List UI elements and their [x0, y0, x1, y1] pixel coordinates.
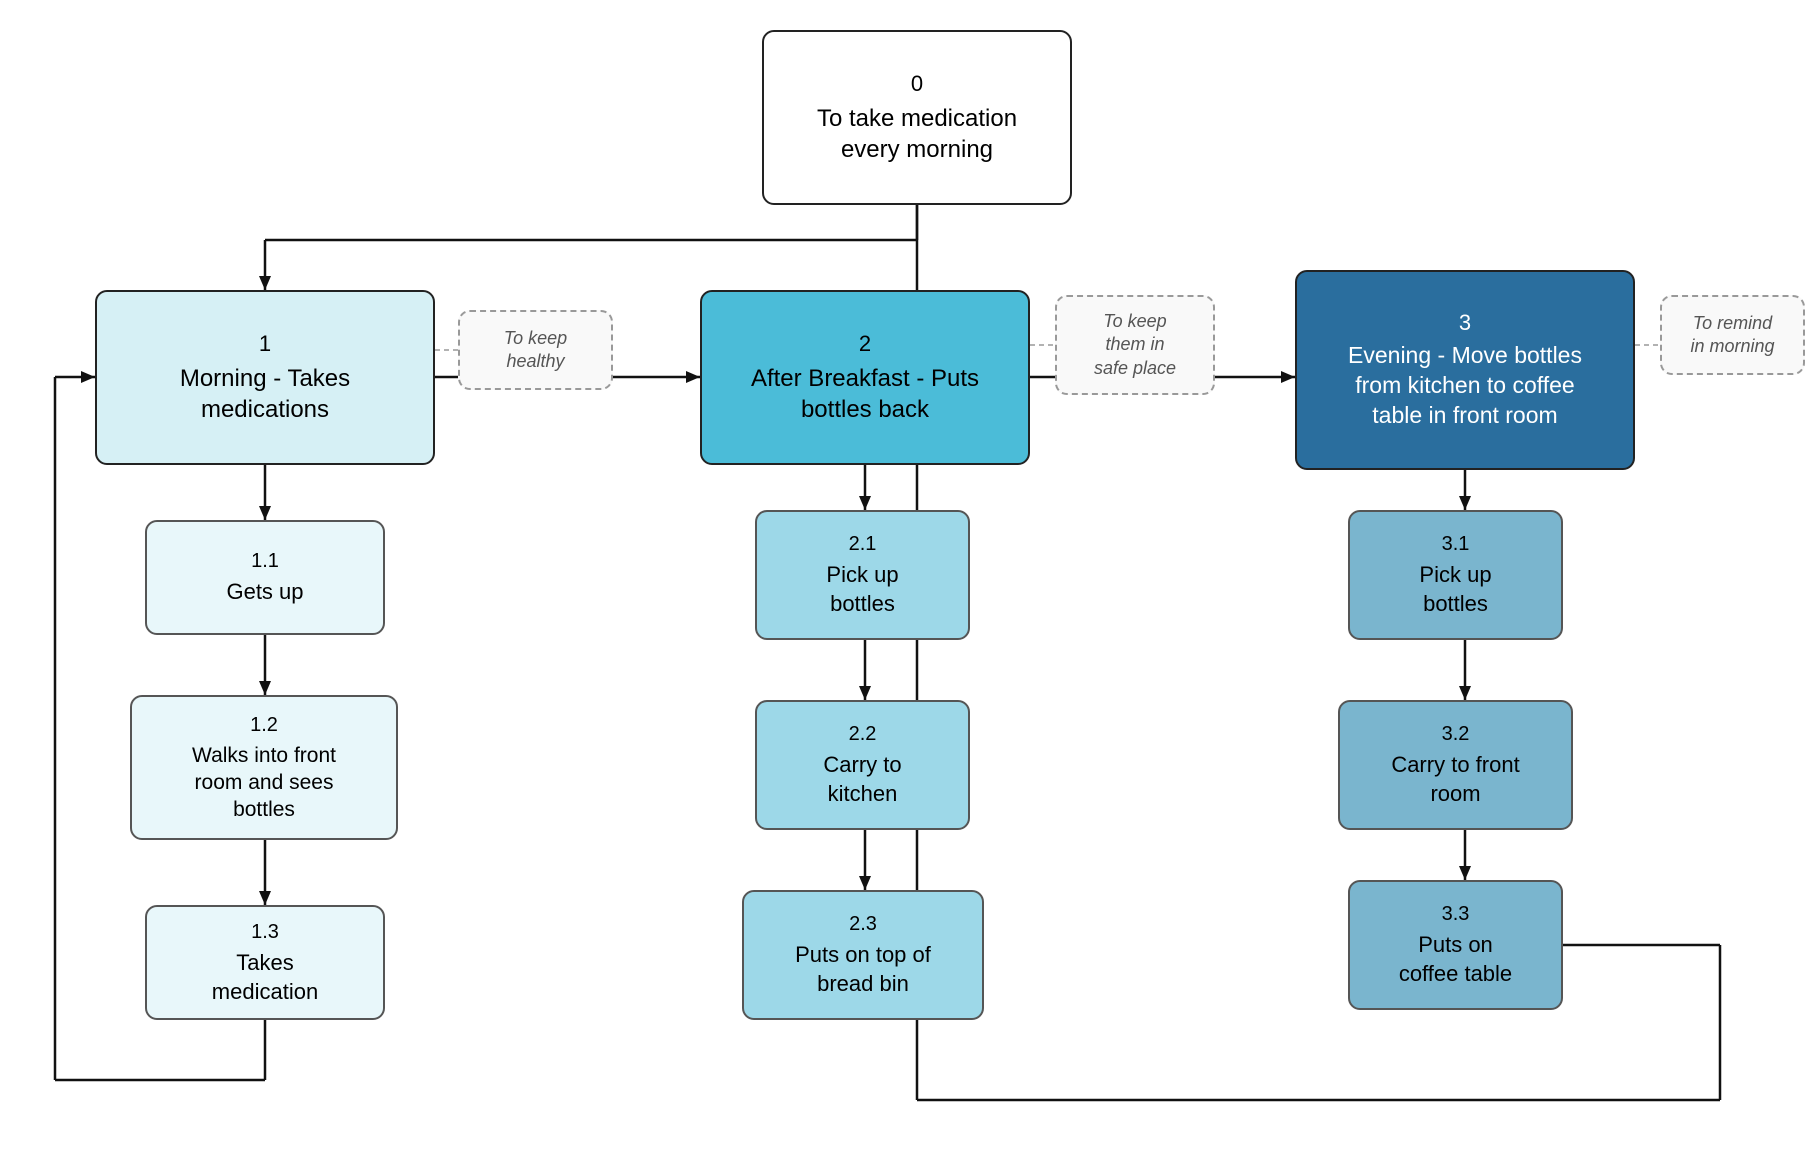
node-root-id: 0 [911, 70, 923, 99]
node-2-id: 2 [859, 330, 871, 359]
node-1-3-id: 1.3 [251, 919, 279, 945]
node-1-3-label: Takesmedication [212, 949, 318, 1006]
node-2-1-label: Pick upbottles [826, 561, 898, 618]
node-1-note-text: To keephealthy [504, 327, 567, 374]
node-3-2-id: 3.2 [1442, 721, 1470, 747]
node-2-note: To keepthem insafe place [1055, 295, 1215, 395]
node-2-2: 2.2 Carry tokitchen [755, 700, 970, 830]
node-3-3: 3.3 Puts oncoffee table [1348, 880, 1563, 1010]
node-3: 3 Evening - Move bottlesfrom kitchen to … [1295, 270, 1635, 470]
node-3-note-text: To remindin morning [1690, 312, 1774, 359]
node-3-2: 3.2 Carry to frontroom [1338, 700, 1573, 830]
node-3-3-id: 3.3 [1442, 901, 1470, 927]
node-2-3-id: 2.3 [849, 911, 877, 937]
node-3-1: 3.1 Pick upbottles [1348, 510, 1563, 640]
node-2-3-label: Puts on top ofbread bin [795, 941, 931, 998]
node-2-1: 2.1 Pick upbottles [755, 510, 970, 640]
node-1-note: To keephealthy [458, 310, 613, 390]
node-2-2-id: 2.2 [849, 721, 877, 747]
node-3-1-id: 3.1 [1442, 531, 1470, 557]
node-1: 1 Morning - Takesmedications [95, 290, 435, 465]
node-3-note: To remindin morning [1660, 295, 1805, 375]
node-3-3-label: Puts oncoffee table [1399, 931, 1512, 988]
node-2-note-text: To keepthem insafe place [1094, 310, 1176, 380]
node-2-2-label: Carry tokitchen [823, 751, 901, 808]
node-1-1: 1.1 Gets up [145, 520, 385, 635]
node-3-id: 3 [1459, 309, 1471, 338]
node-3-label: Evening - Move bottlesfrom kitchen to co… [1348, 341, 1582, 431]
node-1-1-label: Gets up [226, 578, 303, 607]
node-2-1-id: 2.1 [849, 531, 877, 557]
node-1-id: 1 [259, 330, 271, 359]
node-root-label: To take medicationevery morning [817, 103, 1017, 165]
node-2-3: 2.3 Puts on top ofbread bin [742, 890, 984, 1020]
node-root: 0 To take medicationevery morning [762, 30, 1072, 205]
node-2: 2 After Breakfast - Putsbottles back [700, 290, 1030, 465]
node-1-2-label: Walks into frontroom and seesbottles [192, 742, 336, 824]
node-1-label: Morning - Takesmedications [180, 363, 350, 425]
node-1-2: 1.2 Walks into frontroom and seesbottles [130, 695, 398, 840]
node-1-1-id: 1.1 [251, 548, 279, 574]
node-2-label: After Breakfast - Putsbottles back [751, 363, 979, 425]
node-3-1-label: Pick upbottles [1419, 561, 1491, 618]
diagram: 0 To take medicationevery morning 1 Morn… [0, 0, 1815, 1155]
node-3-2-label: Carry to frontroom [1391, 751, 1519, 808]
node-1-3: 1.3 Takesmedication [145, 905, 385, 1020]
node-1-2-id: 1.2 [250, 712, 278, 738]
